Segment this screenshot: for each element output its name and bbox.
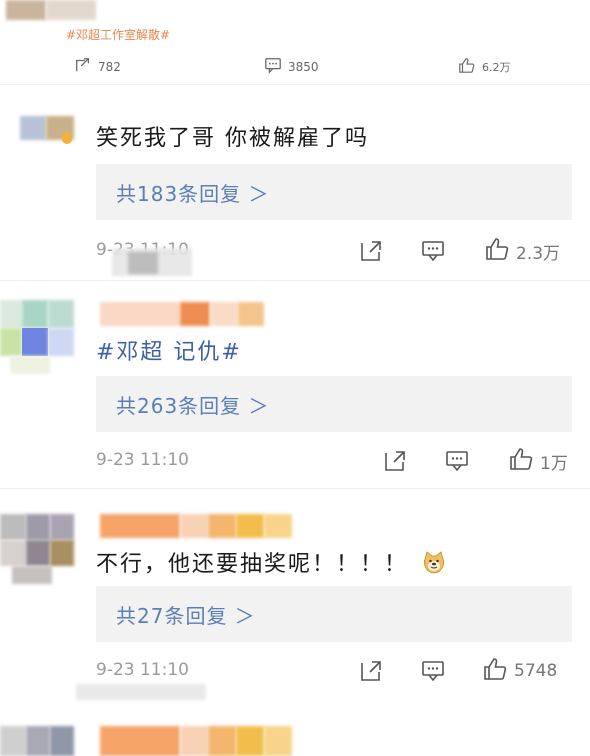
like-count: 1万 xyxy=(540,453,568,474)
replies-count: 共27条回复 ＞ xyxy=(116,604,256,628)
divider xyxy=(0,84,590,85)
like-icon xyxy=(508,446,534,476)
replies-link[interactable]: 共263条回复 ＞ xyxy=(96,376,572,432)
comment-time: 9-23 11:10 xyxy=(96,450,189,470)
replies-count: 共263条回复 ＞ xyxy=(116,394,270,418)
like-count: 6.2万 xyxy=(482,60,511,74)
doge-emoji xyxy=(421,549,447,581)
repost-button[interactable]: 782 xyxy=(74,56,121,77)
like-button[interactable]: 1万 xyxy=(508,446,568,476)
like-icon xyxy=(458,56,476,77)
replies-count: 共183条回复 ＞ xyxy=(116,182,270,206)
like-button[interactable]: 5748 xyxy=(482,656,557,686)
divider xyxy=(0,280,590,281)
comment-button[interactable]: 3850 xyxy=(264,56,319,77)
like-count: 2.3万 xyxy=(516,243,561,264)
replies-link[interactable]: 共27条回复 ＞ xyxy=(96,586,572,642)
topic-link[interactable]: #邓超工作室解散# xyxy=(66,26,170,43)
share-icon xyxy=(382,448,408,478)
share-icon xyxy=(358,238,384,268)
repost-count: 782 xyxy=(98,59,121,74)
share-button[interactable] xyxy=(358,658,384,688)
repost-icon xyxy=(74,56,92,77)
comment-icon xyxy=(264,56,282,77)
share-button[interactable] xyxy=(358,238,384,268)
reply-button[interactable] xyxy=(444,448,470,478)
reply-button[interactable] xyxy=(420,658,446,688)
like-button[interactable]: 6.2万 xyxy=(458,56,511,77)
comment-text: 笑死我了哥 你被解雇了吗 xyxy=(96,126,369,151)
reply-button[interactable] xyxy=(420,238,446,268)
comment-count: 3850 xyxy=(288,59,319,74)
comment-icon xyxy=(420,238,446,268)
share-icon xyxy=(358,658,384,688)
comment-text: 不行，他还要抽奖呢！！！！ xyxy=(96,546,447,581)
like-button[interactable]: 2.3万 xyxy=(484,236,560,266)
divider xyxy=(0,488,590,489)
like-count: 5748 xyxy=(514,661,558,681)
topic-link[interactable]: #邓超 记仇# xyxy=(96,334,242,366)
comment-text-content: 不行，他还要抽奖呢！！！！ xyxy=(96,552,409,577)
like-icon xyxy=(484,236,510,266)
share-button[interactable] xyxy=(382,448,408,478)
comment-icon xyxy=(444,448,470,478)
replies-link[interactable]: 共183条回复 ＞ xyxy=(96,164,572,220)
comment-time: 9-23 11:10 xyxy=(96,660,189,680)
comment-icon xyxy=(420,658,446,688)
like-icon xyxy=(482,656,508,686)
